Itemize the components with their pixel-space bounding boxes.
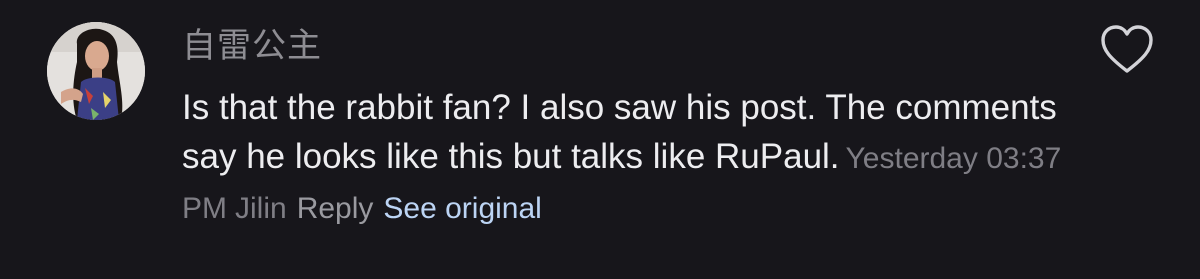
heart-outline-icon[interactable] (1098, 22, 1156, 76)
location: Jilin (235, 192, 287, 225)
comment-body: Is that the rabbit fan? I also saw his p… (182, 84, 1082, 234)
avatar[interactable] (47, 22, 145, 120)
comment-item: 自雷公主 Is that the rabbit fan? I also saw … (0, 0, 1200, 279)
reply-button[interactable]: Reply (297, 192, 374, 225)
see-original-link[interactable]: See original (383, 192, 541, 225)
username[interactable]: 自雷公主 (182, 22, 322, 70)
user-avatar-image (47, 22, 145, 120)
